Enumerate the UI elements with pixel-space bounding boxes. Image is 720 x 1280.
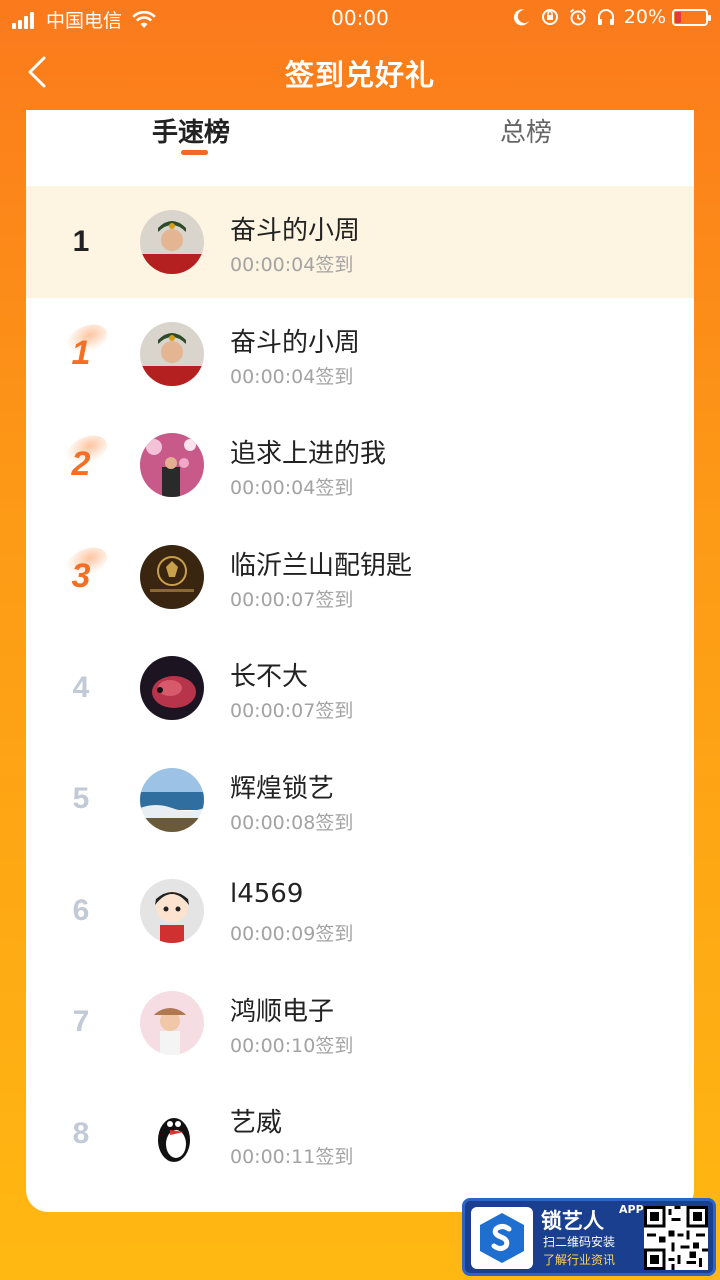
ad-app-tag: APP xyxy=(619,1203,644,1216)
checkin-time: 00:00:10签到 xyxy=(230,1034,354,1057)
avatar xyxy=(140,990,204,1055)
tab-total-ranking[interactable]: 总榜 xyxy=(500,112,552,149)
checkin-time: 00:00:04签到 xyxy=(230,254,354,276)
avatar xyxy=(140,767,204,832)
user-name: 辉煌锁艺 xyxy=(230,773,335,804)
qr-code-icon[interactable] xyxy=(644,1206,708,1270)
checkin-time: 00:00:08签到 xyxy=(230,811,354,834)
app-promo-banner[interactable]: 锁艺人 APP 扫二维码安装 了解行业资讯 xyxy=(462,1198,716,1276)
rank-number: 6 xyxy=(72,893,90,927)
my-rank-row[interactable]: 1 奋斗的小周 00:00:04签到 xyxy=(26,186,694,298)
rank-number: 2 xyxy=(71,445,91,484)
rotation-lock-icon xyxy=(541,9,558,25)
checkin-time: 00:00:07签到 xyxy=(230,700,354,722)
checkin-time: 00:00:04签到 xyxy=(230,477,354,499)
list-item[interactable]: 1 奋斗的小周 00:00:04签到 xyxy=(26,298,694,410)
rank-number: 8 xyxy=(72,1116,90,1150)
rank-number: 3 xyxy=(71,556,91,595)
avatar xyxy=(140,1102,204,1166)
avatar xyxy=(140,544,204,609)
headphones-icon xyxy=(597,9,614,25)
medal-rank: 2 xyxy=(26,409,136,521)
avatar xyxy=(140,321,204,386)
nav-bar: 签到兑好礼 xyxy=(0,36,720,110)
battery-icon xyxy=(672,8,711,26)
list-item[interactable]: 3 临沂兰山配钥匙 00:00:07签到 xyxy=(26,521,694,633)
avatar xyxy=(140,210,204,274)
avatar xyxy=(140,879,204,943)
rank-number: 7 xyxy=(72,1005,90,1039)
list-item[interactable]: 4 长不大 00:00:07签到 xyxy=(26,632,694,744)
checkin-time: 00:00:07签到 xyxy=(230,588,354,611)
user-name: 鸿顺电子 xyxy=(230,996,335,1027)
page-title: 签到兑好礼 xyxy=(284,58,435,92)
ranking-list: 1 奋斗的小周 00:00:04签到 1 奋斗的小周 00:00:04签到 2 xyxy=(26,186,694,1190)
medal-rank: 1 xyxy=(26,298,136,410)
app-logo-icon xyxy=(471,1207,533,1269)
rank-number: 1 xyxy=(71,333,91,372)
medal-rank: 3 xyxy=(26,521,136,633)
list-item[interactable]: 2 追求上进的我 00:00:04签到 xyxy=(26,409,694,521)
ad-brand-name: 锁艺人 xyxy=(541,1209,604,1233)
list-item[interactable]: 7 鸿顺电子 00:00:10签到 xyxy=(26,967,694,1079)
status-bar: 中国电信 00:00 20% xyxy=(0,0,720,36)
list-item[interactable]: 5 辉煌锁艺 00:00:08签到 xyxy=(26,744,694,856)
user-name: 临沂兰山配钥匙 xyxy=(230,550,413,581)
rank-number: 5 xyxy=(72,782,90,816)
checkin-time: 00:00:09签到 xyxy=(230,923,354,945)
tab-active-indicator xyxy=(181,150,208,155)
user-name: l4569 xyxy=(230,879,304,909)
checkin-time: 00:00:11签到 xyxy=(230,1146,354,1168)
battery-percent: 20% xyxy=(623,6,666,28)
user-name: 追求上进的我 xyxy=(230,439,387,469)
user-name: 奋斗的小周 xyxy=(230,327,361,358)
user-name: 奋斗的小周 xyxy=(230,216,361,246)
leaderboard-card: 手速榜 总榜 1 奋斗的小周 00:00:04签到 1 奋斗的小周 00:00:… xyxy=(26,110,694,1212)
tab-speed-ranking[interactable]: 手速榜 xyxy=(152,112,230,149)
list-item[interactable]: 8 艺威 00:00:11签到 xyxy=(26,1078,694,1190)
moon-icon xyxy=(513,9,529,26)
avatar xyxy=(140,433,204,497)
list-item[interactable]: 6 l4569 00:00:09签到 xyxy=(26,855,694,967)
tab-bar: 手速榜 总榜 xyxy=(26,110,694,186)
rank-number: 4 xyxy=(72,670,90,704)
user-name: 艺威 xyxy=(230,1108,283,1138)
checkin-time: 00:00:04签到 xyxy=(230,365,354,388)
user-name: 长不大 xyxy=(230,662,309,692)
rank-number: 1 xyxy=(72,224,90,258)
ad-text-info: 了解行业资讯 xyxy=(543,1253,616,1267)
ad-text-scan: 扫二维码安装 xyxy=(543,1235,616,1249)
avatar xyxy=(140,656,204,720)
alarm-icon xyxy=(569,8,586,26)
